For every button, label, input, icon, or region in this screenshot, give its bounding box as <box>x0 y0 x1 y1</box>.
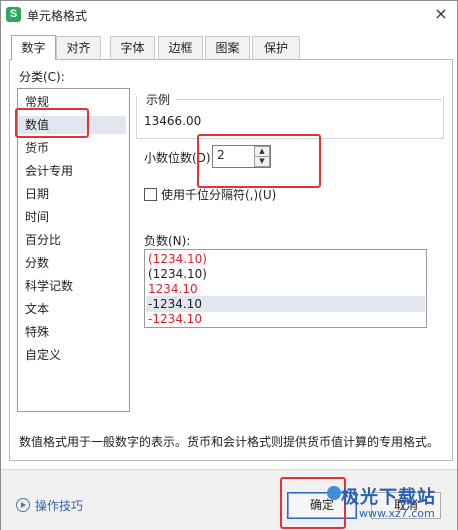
category-item-fraction[interactable]: 分数 <box>25 254 125 272</box>
category-item-general[interactable]: 常规 <box>25 93 125 111</box>
tab-number[interactable]: 数字 <box>11 35 56 60</box>
negative-numbers-label: 负数(N): <box>144 234 191 248</box>
format-cells-dialog: S 单元格格式 × 数字 对齐 字体 边框 图案 保护 分类(C): 常规 数值… <box>0 0 458 530</box>
category-label: 分类(C): <box>19 70 65 84</box>
category-item-time[interactable]: 时间 <box>25 208 125 226</box>
thousands-separator-checkbox[interactable] <box>144 188 157 201</box>
category-item-text[interactable]: 文本 <box>25 300 125 318</box>
negative-option[interactable]: (1234.10) <box>146 251 425 267</box>
tab-protection[interactable]: 保护 <box>252 36 300 60</box>
category-item-special[interactable]: 特殊 <box>25 323 125 341</box>
play-circle-icon[interactable] <box>16 498 30 512</box>
category-item-custom[interactable]: 自定义 <box>25 346 125 364</box>
decimal-places-value[interactable]: 2 <box>217 148 225 162</box>
tab-alignment[interactable]: 对齐 <box>56 36 101 60</box>
tab-font[interactable]: 字体 <box>110 36 155 60</box>
close-icon[interactable]: × <box>429 3 453 25</box>
title-bar: S 单元格格式 × <box>1 1 457 29</box>
dialog-title: 单元格格式 <box>27 9 88 23</box>
negative-numbers-list[interactable]: (1234.10) (1234.10) 1234.10 -1234.10 -12… <box>144 249 427 328</box>
tab-border[interactable]: 边框 <box>158 36 203 60</box>
category-item-scientific[interactable]: 科学记数 <box>25 277 125 295</box>
cancel-button[interactable]: 取消 <box>371 492 441 519</box>
negative-option[interactable]: -1234.10 <box>146 311 425 327</box>
category-item-date[interactable]: 日期 <box>25 185 125 203</box>
negative-option-selected[interactable]: -1234.10 <box>146 296 425 312</box>
tips-link[interactable]: 操作技巧 <box>35 497 83 514</box>
sample-title: 示例 <box>144 91 173 108</box>
format-description: 数值格式用于一般数字的表示。货币和会计格式则提供货币值计算的专用格式。 <box>19 435 440 449</box>
tab-pattern[interactable]: 图案 <box>205 36 250 60</box>
category-list[interactable]: 常规 数值 货币 会计专用 日期 时间 百分比 分数 科学记数 文本 特殊 自定… <box>17 88 130 412</box>
sample-value: 13466.00 <box>144 114 202 128</box>
category-item-number[interactable]: 数值 <box>19 116 126 134</box>
negative-option[interactable]: 1234.10 <box>146 281 425 297</box>
category-item-percentage[interactable]: 百分比 <box>25 231 125 249</box>
decimal-places-stepper[interactable]: 2 ▲ ▼ <box>212 145 271 168</box>
spin-down-icon[interactable]: ▼ <box>254 156 270 167</box>
app-logo-icon: S <box>6 7 21 22</box>
ok-button[interactable]: 确定 <box>287 492 357 519</box>
decimal-places-label: 小数位数(D): <box>144 151 215 165</box>
category-item-currency[interactable]: 货币 <box>25 139 125 157</box>
category-item-accounting[interactable]: 会计专用 <box>25 162 125 180</box>
thousands-separator-label[interactable]: 使用千位分隔符(,)(U) <box>161 186 276 203</box>
negative-option[interactable]: (1234.10) <box>146 266 425 282</box>
